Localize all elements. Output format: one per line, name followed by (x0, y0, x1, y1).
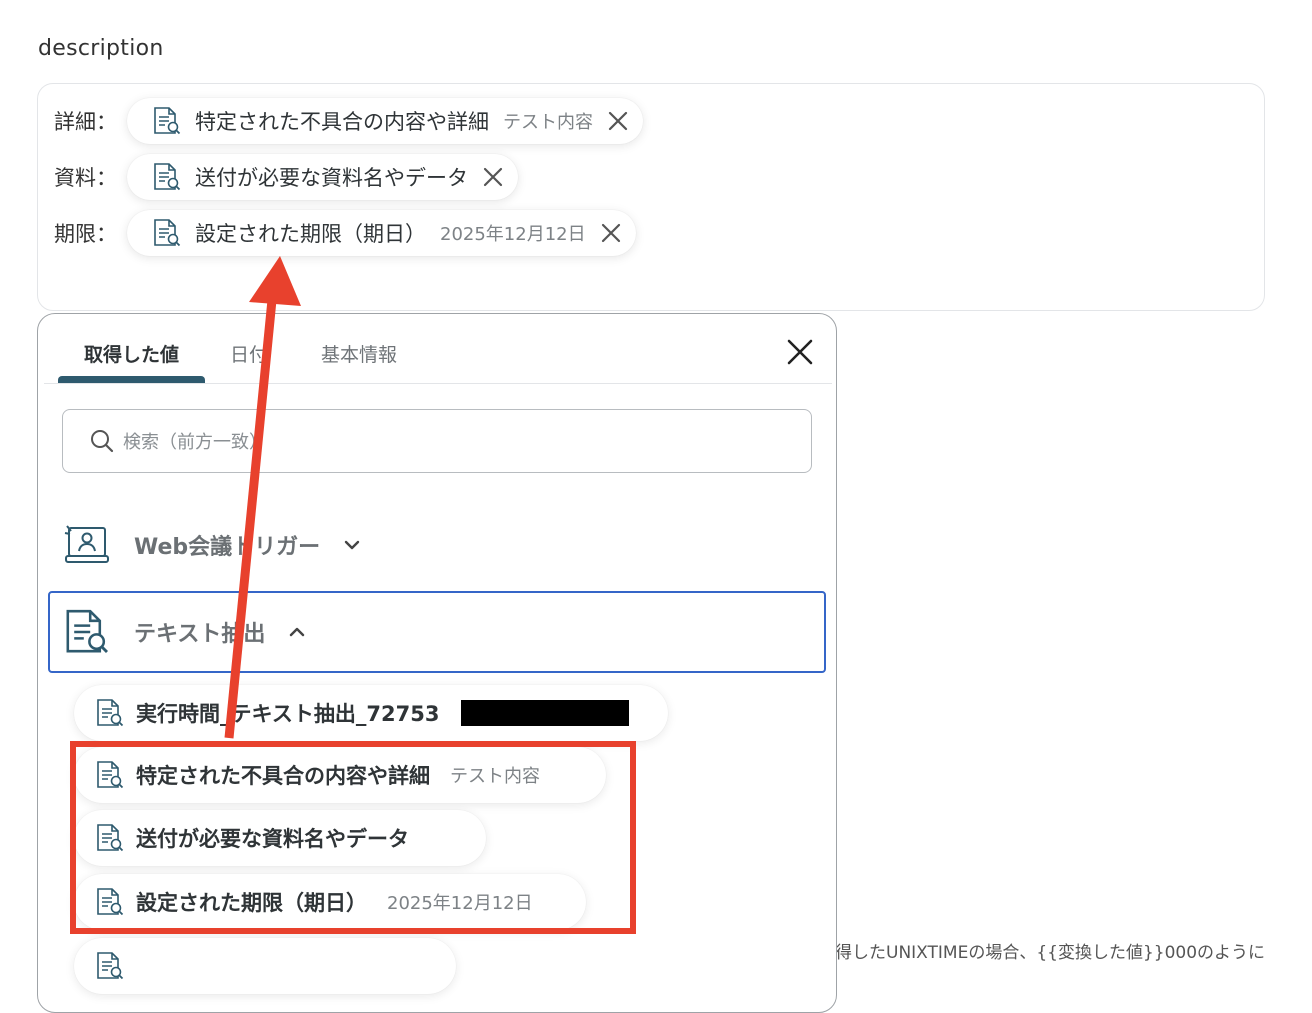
annotation-arrow (224, 256, 301, 739)
